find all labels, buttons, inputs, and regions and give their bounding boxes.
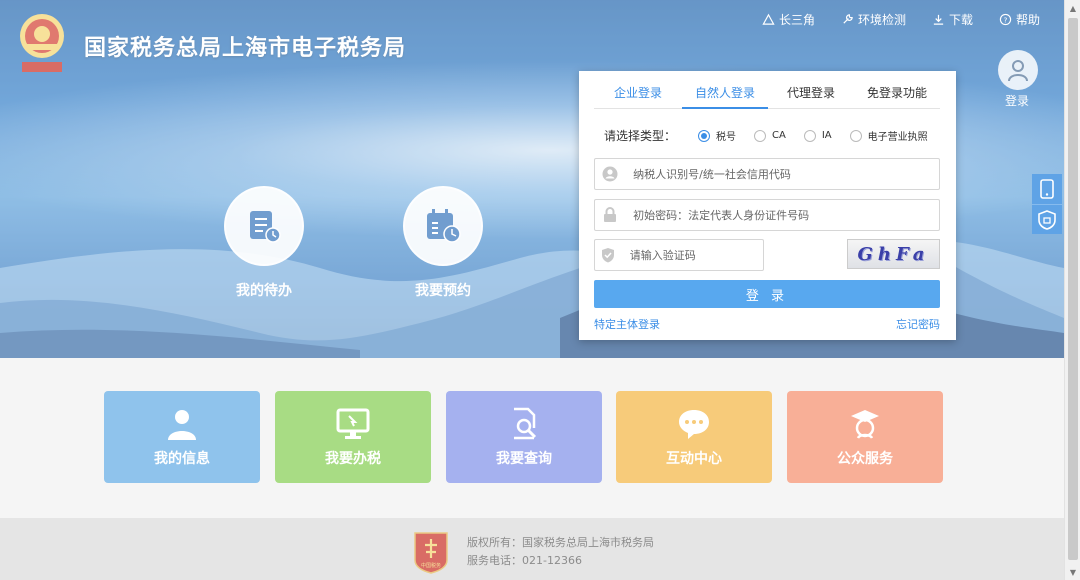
password-input[interactable]: [633, 208, 939, 222]
mobile-phone-icon: [1040, 179, 1054, 199]
login-panel: 企业登录 自然人登录 代理登录 免登录功能 请选择类型： 税号 CA IA 电子…: [579, 71, 956, 340]
calendar-clock-icon: [427, 209, 461, 243]
link-yangtze-delta-label: 长三角: [778, 13, 815, 27]
tax-shield-icon: [1038, 209, 1056, 230]
special-entity-login-link[interactable]: 特定主体登录: [594, 316, 660, 332]
tile-public-service[interactable]: 公众服务: [787, 391, 943, 483]
tile-interaction-label: 互动中心: [666, 451, 722, 467]
todo-list-icon: [250, 211, 281, 243]
search-doc-icon: [514, 407, 537, 440]
download-icon: [933, 14, 944, 25]
login-type-label: 请选择类型：: [604, 129, 677, 143]
radio-ca-label: CA: [772, 130, 786, 141]
footer-copyright: 版权所有：国家税务总局上海市税务局: [467, 536, 654, 549]
appointment-label: 我要预约: [415, 283, 471, 299]
footer-phone: 服务电话：021-12366: [467, 554, 582, 567]
tile-public-service-label: 公众服务: [837, 451, 893, 467]
tile-handle-tax-label: 我要办税: [325, 451, 381, 467]
captcha-field[interactable]: [594, 239, 764, 271]
link-download-label: 下载: [948, 13, 973, 27]
radio-ia[interactable]: IA: [803, 129, 832, 142]
radio-business-license-dot[interactable]: [849, 129, 862, 142]
vertical-scrollbar[interactable]: ▲ ▼: [1064, 0, 1080, 580]
mobile-app-button[interactable]: [1032, 174, 1062, 204]
taxpayer-id-input[interactable]: [633, 167, 939, 181]
radio-ia-dot[interactable]: [803, 129, 816, 142]
link-help[interactable]: ? 帮助: [999, 11, 1040, 28]
scroll-up-icon[interactable]: ▲: [1065, 0, 1080, 16]
tab-no-login-functions[interactable]: 免登录功能: [854, 83, 940, 109]
password-field[interactable]: [594, 199, 940, 231]
scroll-down-icon[interactable]: ▼: [1065, 564, 1080, 580]
tile-query-label: 我要查询: [496, 451, 552, 467]
site-title: 国家税务总局上海市电子税务局: [84, 36, 407, 61]
radio-ia-label: IA: [821, 130, 832, 141]
wrench-icon: [843, 14, 853, 24]
link-environment-check[interactable]: 环境检测: [841, 11, 906, 28]
appointment-button[interactable]: 我要预约: [403, 186, 483, 300]
taxpayer-id-field[interactable]: [594, 158, 940, 190]
tile-my-info[interactable]: 我的信息: [104, 391, 260, 483]
tile-handle-tax[interactable]: 我要办税: [275, 391, 431, 483]
shield-icon: [595, 247, 622, 263]
my-todo-label: 我的待办: [236, 283, 292, 299]
radio-tax-id-dot[interactable]: [698, 129, 711, 142]
login-avatar-button[interactable]: [998, 50, 1038, 90]
captcha-input[interactable]: [629, 248, 763, 262]
login-submit-button[interactable]: 登 录: [594, 280, 940, 308]
graduate-icon: [851, 410, 879, 439]
lock-icon: [595, 207, 625, 223]
user-icon: [168, 410, 196, 440]
radio-tax-id-label: 税号: [716, 132, 737, 143]
tile-my-info-label: 我的信息: [154, 451, 210, 467]
help-icon: ?: [999, 13, 1012, 26]
triangle-icon: [762, 13, 775, 25]
user-avatar-icon: [1008, 60, 1028, 82]
tab-individual-login[interactable]: 自然人登录: [682, 83, 768, 109]
appointment-circle: [403, 186, 483, 266]
monitor-icon: [336, 408, 370, 439]
tax-emblem-logo: [20, 14, 64, 72]
link-environment-check-label: 环境检测: [857, 13, 906, 27]
login-tabs: 企业登录 自然人登录 代理登录 免登录功能: [594, 83, 940, 109]
my-todo-circle: [224, 186, 304, 266]
footer: 中国税务 版权所有：国家税务总局上海市税务局 服务电话：021-12366: [0, 518, 1064, 580]
captcha-image[interactable]: GhFa: [847, 239, 940, 269]
top-links: 长三角 环境检测 下载 ? 帮助: [762, 11, 1040, 28]
link-yangtze-delta[interactable]: 长三角: [762, 11, 815, 28]
user-field-icon: [595, 166, 625, 182]
radio-ca-dot[interactable]: [754, 129, 767, 142]
link-download[interactable]: 下载: [932, 11, 973, 28]
tile-query[interactable]: 我要查询: [446, 391, 602, 483]
scroll-thumb[interactable]: [1068, 18, 1078, 560]
tile-interaction[interactable]: 互动中心: [616, 391, 772, 483]
login-label[interactable]: 登录: [1005, 92, 1029, 109]
tax-shield-button[interactable]: [1032, 204, 1062, 234]
radio-business-license[interactable]: 电子营业执照: [849, 128, 928, 143]
tab-enterprise-login[interactable]: 企业登录: [594, 83, 682, 109]
radio-ca[interactable]: CA: [754, 129, 786, 142]
radio-tax-id[interactable]: 税号: [698, 128, 736, 143]
emblem-caption: 中国税务: [421, 562, 441, 569]
svg-text:?: ?: [1004, 15, 1008, 24]
radio-business-license-label: 电子营业执照: [867, 132, 928, 143]
my-todo-button[interactable]: 我的待办: [224, 186, 304, 300]
forgot-password-link[interactable]: 忘记密码: [896, 316, 940, 332]
service-tiles: 我的信息 我要办税 我要查询 互动中心 公众服务: [0, 358, 1064, 518]
chat-bubble-icon: [679, 410, 709, 439]
login-type-row: 请选择类型： 税号 CA IA 电子营业执照: [604, 127, 946, 144]
link-help-label: 帮助: [1015, 13, 1040, 27]
tax-badge-icon: 中国税务: [414, 532, 448, 574]
tab-agent-login[interactable]: 代理登录: [768, 83, 854, 109]
